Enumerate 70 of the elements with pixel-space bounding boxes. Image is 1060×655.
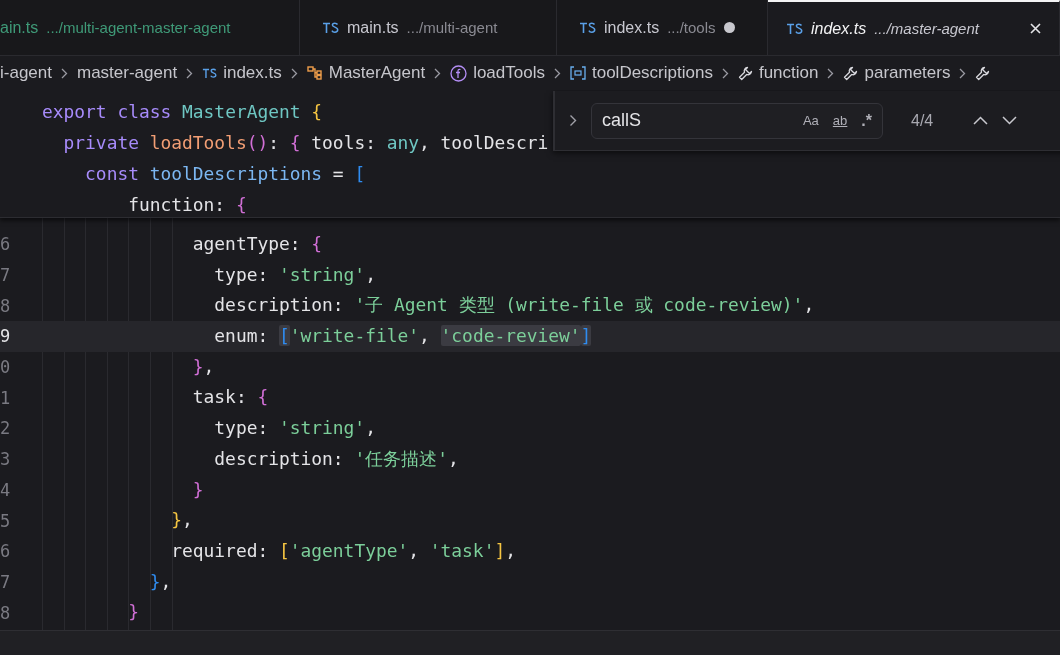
chevron-right-icon [959,67,967,79]
line-number: 8 [0,602,12,623]
code-line: description: '任务描述', [213,446,459,471]
match-count: 4/4 [911,111,934,130]
chevron-right-icon [721,67,729,79]
editor-tab[interactable]: index.ts .../master-agent [768,0,1060,55]
editor-tab[interactable]: main.ts .../multi-agent [300,0,557,55]
code-line: task: { [191,385,269,410]
whole-word-toggle[interactable]: ab [832,113,848,128]
line-number: 2 [0,418,12,439]
arrow-down-icon[interactable] [1002,116,1018,125]
chevron-right-icon[interactable] [569,114,577,127]
code-line: }, [170,508,193,533]
line-number: 9 [0,326,12,347]
search-field[interactable]: callS Aa ab .* [591,102,883,139]
breadcrumb-item[interactable] [975,65,991,81]
code-line: required: ['agentType', 'task'], [170,538,516,563]
breadcrumb-item[interactable]: index.ts [202,63,282,83]
chevron-right-icon [827,67,835,79]
wrench-icon [975,65,991,81]
arrow-up-icon[interactable] [973,116,989,125]
breadcrumb-item[interactable]: toolDescriptions [569,63,713,83]
chevron-right-icon [553,67,561,79]
code-line: const toolDescriptions = [ [84,162,366,186]
close-icon[interactable] [1030,23,1041,34]
editor-tab[interactable]: ain.ts .../multi-agent-master-agent [0,0,300,55]
code-line: export class MasterAgent { [42,100,323,124]
wrench-icon [843,65,859,81]
code-line: } [127,600,139,625]
code-line: enum: ['write-file', 'code-review'] [213,324,592,349]
line-number: 6 [0,234,12,255]
breadcrumb-item[interactable]: loadTools [450,63,545,83]
code-line: private loadTools(): { tools: any, toolDescri [62,131,549,155]
code-line: function: { [127,193,247,217]
chevron-right-icon [434,67,442,79]
line-number: 1 [0,387,12,408]
line-number: 0 [0,357,12,378]
code-line: type: 'string', [213,262,376,287]
method-icon [450,64,468,82]
line-number: 7 [0,265,12,286]
line-number: 8 [0,295,12,316]
variable-icon [569,66,586,80]
typescript-icon [202,67,218,79]
chevron-right-icon [186,67,194,79]
typescript-icon [322,21,339,34]
class-icon [306,66,323,80]
chevron-right-icon [290,67,298,79]
chevron-right-icon [61,67,68,79]
match-case-toggle[interactable]: Aa [802,113,819,128]
code-line: }, [148,569,172,594]
wrench-icon [737,65,753,81]
code-line: type: 'string', [213,416,376,441]
line-number: 6 [0,541,12,562]
breadcrumb-item[interactable]: master-agent [77,63,178,83]
breadcrumb-item[interactable]: parameters [843,63,951,83]
unsaved-dot-icon [723,22,735,33]
code-line: description: '子 Agent 类型 (write-file 或 code-review)', [213,293,815,318]
code-line: agentType: { [191,232,323,256]
line-number: 4 [0,479,12,500]
line-number: 3 [0,449,12,470]
typescript-icon [786,22,803,35]
typescript-icon [579,21,596,34]
code-line: } [191,477,204,502]
code-line: }, [191,354,215,379]
breadcrumb-item[interactable]: function [737,63,819,83]
line-number: 5 [0,510,12,531]
regex-toggle[interactable]: .* [861,111,872,130]
breadcrumb-item[interactable]: i-agent [0,63,52,83]
line-number: 7 [0,571,12,592]
breadcrumb-item[interactable]: MasterAgent [306,63,426,83]
